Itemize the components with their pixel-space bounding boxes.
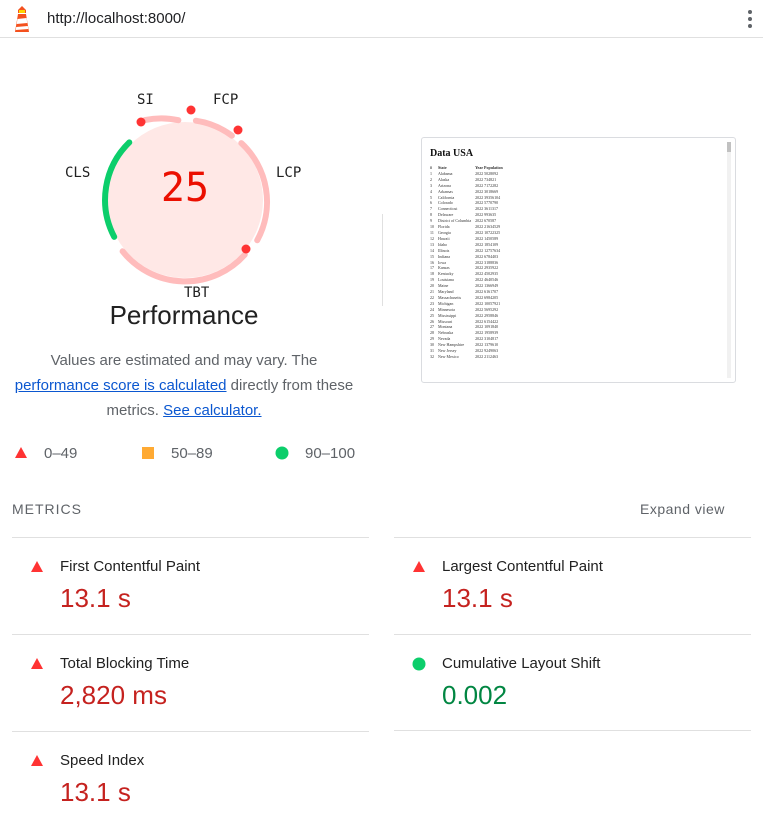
performance-description: Values are estimated and may vary. The p… — [10, 348, 358, 423]
vertical-divider — [382, 214, 383, 306]
metrics-heading: METRICS — [12, 501, 82, 517]
triangle-fail-icon — [31, 561, 43, 572]
metrics-divider — [394, 730, 751, 731]
metric-value: 13.1 s — [60, 777, 131, 807]
expand-view-button[interactable]: Expand view — [640, 501, 725, 517]
metric-name: Speed Index — [60, 752, 145, 769]
page-url: http://localhost:8000/ — [47, 10, 186, 27]
circle-pass-icon — [412, 657, 426, 671]
gauge-label-fcp: FCP — [213, 92, 239, 108]
legend-pass-range: 90–100 — [305, 445, 356, 462]
thumbnail-scrollbar — [727, 142, 731, 378]
performance-gauge: 25 SI FCP LCP TBT CLS — [60, 90, 310, 310]
fcp-marker — [186, 105, 196, 115]
top-bar: http://localhost:8000/ — [0, 0, 763, 38]
triangle-fail-icon — [31, 658, 43, 669]
metric-speed-index: Speed Index 13.1 s — [12, 731, 369, 822]
metric-name: Total Blocking Time — [60, 655, 190, 672]
more-vert-icon[interactable] — [744, 8, 756, 30]
lcp-marker — [233, 125, 243, 135]
metric-total-blocking-time: Total Blocking Time 2,820 ms — [12, 634, 369, 731]
see-calculator-link[interactable]: See calculator. — [163, 402, 261, 419]
legend-average-range: 50–89 — [171, 445, 213, 462]
performance-score: 25 — [160, 165, 210, 211]
triangle-fail-icon — [15, 447, 27, 458]
metric-cumulative-layout-shift: Cumulative Layout Shift 0.002 — [394, 634, 751, 731]
gauge-label-tbt: TBT — [184, 285, 210, 301]
metric-value: 2,820 ms — [60, 680, 167, 710]
triangle-fail-icon — [31, 755, 43, 766]
thumbnail-title: Data USA — [430, 148, 474, 159]
circle-pass-icon — [275, 446, 289, 460]
gauge-label-cls: CLS — [65, 165, 91, 181]
metric-name: First Contentful Paint — [60, 558, 201, 575]
metric-value: 0.002 — [442, 680, 508, 710]
gauge-label-si: SI — [137, 92, 154, 108]
score-calculation-link[interactable]: performance score is calculated — [15, 377, 227, 394]
performance-title: Performance — [109, 300, 259, 330]
legend-average: 50–89 — [141, 444, 231, 464]
square-average-icon — [142, 447, 154, 459]
tbt-marker — [241, 244, 251, 254]
thumb-row: 32 New Mexico 2022 2112463 — [430, 354, 507, 360]
thumb-cell: 32 — [430, 354, 434, 359]
metric-name: Cumulative Layout Shift — [442, 655, 601, 672]
metric-value: 13.1 s — [442, 583, 513, 613]
thumb-cell: 2022 2112463 — [475, 354, 498, 359]
thumb-cell: New Mexico — [438, 354, 459, 359]
thumbnail-table: # State Year Population 1 Alabama 2022 502… — [430, 165, 507, 360]
si-marker — [136, 117, 146, 127]
metric-largest-contentful-paint: Largest Contentful Paint 13.1 s — [394, 537, 751, 634]
desc-prefix: Values are estimated and may vary. The — [50, 352, 318, 369]
legend-pass: 90–100 — [275, 444, 365, 464]
gauge-label-lcp: LCP — [276, 165, 302, 181]
metric-first-contentful-paint: First Contentful Paint 13.1 s — [12, 537, 369, 634]
legend-fail-range: 0–49 — [44, 445, 78, 462]
lighthouse-icon — [15, 6, 29, 32]
metric-name: Largest Contentful Paint — [442, 558, 603, 575]
metric-value: 13.1 s — [60, 583, 131, 613]
triangle-fail-icon — [413, 561, 425, 572]
legend-fail: 0–49 — [14, 444, 94, 464]
final-screenshot-thumbnail[interactable]: Data USA # State Year Population 1 Alabam… — [421, 137, 736, 383]
